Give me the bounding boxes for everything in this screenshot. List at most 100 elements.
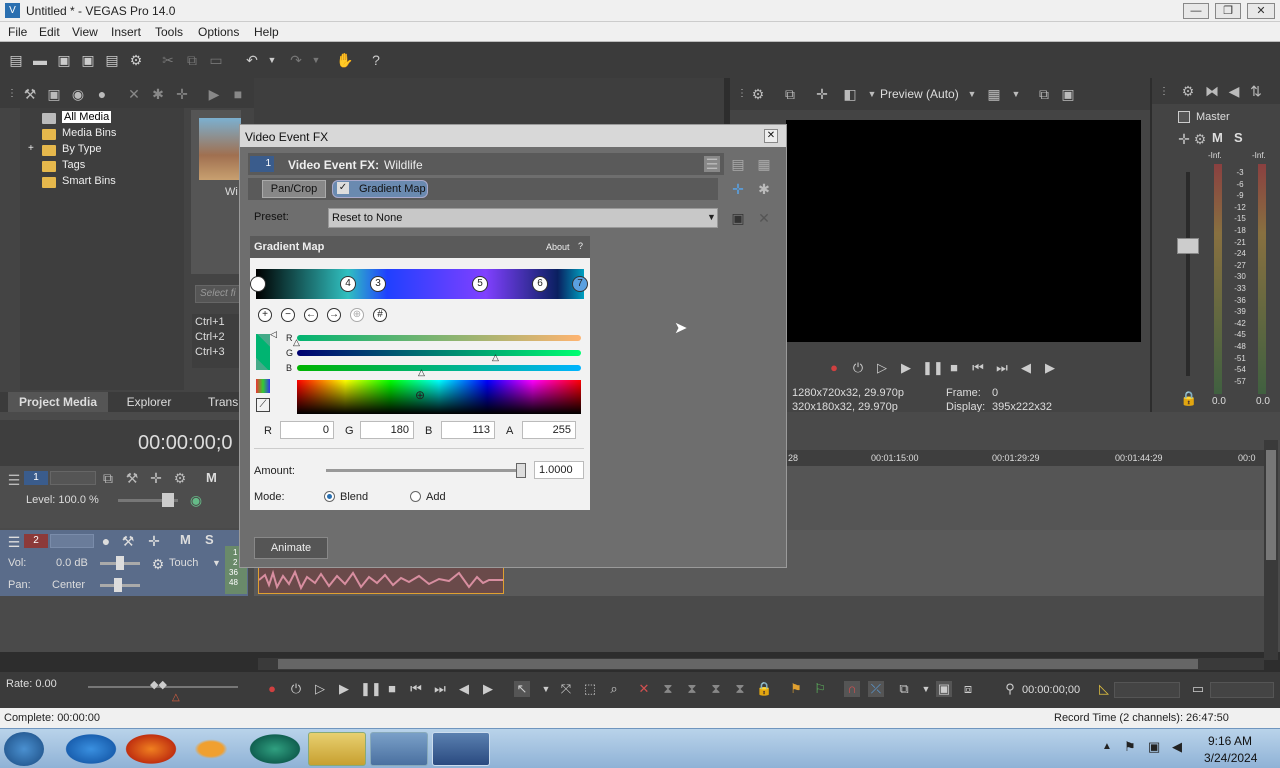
plugin-gradient-map[interactable]: ✓ Gradient Map [332,180,428,198]
delete-preset-icon[interactable]: ✕ [756,210,772,226]
tab-project-media[interactable]: Project Media [8,392,108,412]
track-1-name-input[interactable] [50,471,96,485]
track-motion-icon[interactable]: ⧉ [100,470,116,486]
hscroll-thumb[interactable] [278,659,1198,669]
trim-start-icon[interactable]: ⧗ [684,681,700,697]
g-field[interactable]: 180 [360,421,414,439]
preset-dropdown[interactable]: Reset to None ▼ [328,208,718,228]
network-icon[interactable]: ▣ [1148,739,1160,755]
get-media-web-icon[interactable]: ◉ [70,86,86,102]
volume-icon[interactable]: ◀ [1172,739,1182,755]
track-fx-icon[interactable]: ⚒ [120,533,136,549]
automation-icon[interactable]: ✛ [146,533,162,549]
preview-quality-dropdown[interactable]: Preview (Auto) [880,87,959,101]
tree-item-by-type[interactable]: By Type [62,143,102,155]
plugin-chain-add-icon[interactable]: ✛ [730,181,746,197]
master-gear-icon[interactable]: ⚙ [1192,131,1208,147]
overlays-grid-icon[interactable]: ▦ [986,86,1002,102]
cut-icon[interactable]: ✂ [160,52,176,68]
pause-icon[interactable]: ❚❚ [360,681,382,697]
animate-button[interactable]: Animate [254,537,328,559]
plugin-pan-crop[interactable]: Pan/Crop [262,180,326,198]
dropdown-icon[interactable]: ▼ [864,86,880,102]
next-node-icon[interactable]: → [327,308,341,322]
blend-label[interactable]: Blend [340,491,368,503]
firefox-icon[interactable] [122,732,180,766]
compositing-icon[interactable]: ✛ [148,470,164,486]
menu-edit[interactable]: Edit [39,25,60,39]
add-node-icon[interactable]: + [258,308,272,322]
redo-dropdown-icon[interactable]: ▼ [308,52,324,68]
wildlife-thumbnail[interactable] [199,118,241,180]
undo-icon[interactable]: ↶ [244,52,260,68]
prev-frame-icon[interactable]: ◀ [456,681,472,697]
b-slider-thumb-icon[interactable]: △ [418,367,425,378]
next-frame-icon[interactable]: ▶ [1042,360,1058,376]
track-gear-icon[interactable]: ⚙ [172,470,188,486]
gradient-bar[interactable]: 4 3 5 6 7 [250,269,588,299]
track-collapse-icon[interactable]: ☰ [6,534,22,550]
rate-handle-icon[interactable]: ◆◆ [150,678,167,691]
start-preview-icon[interactable]: ▶ [206,86,222,102]
go-to-start-icon[interactable]: ⏮ [408,681,424,697]
play-icon[interactable]: ▶ [336,681,352,697]
expand-icon[interactable]: + [28,143,34,154]
master-fx-icon[interactable]: ✛ [1176,131,1192,147]
about-link[interactable]: About [546,242,570,252]
r-field[interactable]: 0 [280,421,334,439]
go-to-end-icon[interactable]: ⏭ [994,360,1010,376]
r-slider-thumb-icon[interactable]: △ [293,337,300,348]
b-field[interactable]: 113 [441,421,495,439]
pan-slider-handle[interactable] [114,578,122,592]
gradient-node-4[interactable]: 5 [472,276,488,292]
master-fader-handle[interactable] [1177,238,1199,254]
tree-item-media-bins[interactable]: Media Bins [62,127,116,139]
trim-end-icon[interactable]: ⧗ [708,681,724,697]
overlay-icon[interactable]: ◧ [842,86,858,102]
master-bus-icon[interactable] [1178,111,1190,123]
record-icon[interactable]: ● [826,360,842,376]
split-screen-icon[interactable]: ✛ [814,86,830,102]
g-slider-thumb-icon[interactable]: △ [492,352,499,363]
track-collapse-icon[interactable]: ☰ [6,472,22,488]
track-1-mute[interactable]: M [206,470,217,485]
gradient-node-5[interactable]: 6 [532,276,548,292]
media-search-input[interactable]: Select fi [195,285,241,303]
remove-node-icon[interactable]: − [281,308,295,322]
downmix-icon[interactable]: ⧓ [1204,83,1220,99]
remove-plugin-icon[interactable]: ✱ [756,181,772,197]
file-explorer-icon[interactable] [308,732,366,766]
tree-item-tags[interactable]: Tags [62,159,85,171]
copy-icon[interactable]: ⧉ [184,52,200,68]
vegas-taskbar-icon[interactable] [432,732,490,766]
horizontal-scrollbar[interactable] [258,658,1264,670]
color-spectrum[interactable]: ⊕ [297,380,581,414]
mixer-insert-icon[interactable]: ⇅ [1248,83,1264,99]
trim-icon[interactable]: ⧗ [660,681,676,697]
capture-video-icon[interactable]: ▣ [46,86,62,102]
touch-mode-icon[interactable]: ⚙ [150,556,166,572]
master-solo-button[interactable]: S [1234,130,1243,145]
amount-slider-thumb[interactable] [516,463,526,478]
region-icon[interactable]: ⚐ [812,681,828,697]
split-icon[interactable]: ⧗ [732,681,748,697]
ignore-grouping-icon[interactable]: ⧈ [960,681,976,697]
app-icon[interactable] [246,732,304,766]
dropdown-icon[interactable]: ▼ [1008,86,1024,102]
marker-icon[interactable]: ⚑ [788,681,804,697]
gradient-node-2[interactable]: 4 [340,276,356,292]
arm-record-icon[interactable]: ● [98,533,114,549]
r-slider[interactable] [297,335,581,341]
distribute-nodes-icon[interactable]: # [373,308,387,322]
vertical-scrollbar[interactable] [1264,440,1278,660]
tool-dropdown-icon[interactable]: ▼ [538,681,554,697]
master-mute-button[interactable]: M [1212,130,1223,145]
open-icon[interactable]: ▬ [32,52,48,68]
media-generators-icon[interactable]: ✛ [174,86,190,102]
plugin-enabled-checkbox[interactable]: ✓ [337,182,349,194]
play-icon[interactable]: ▶ [898,360,914,376]
mixer-properties-icon[interactable]: ⚙ [1180,83,1196,99]
stop-icon[interactable]: ■ [384,681,400,697]
menu-insert[interactable]: Insert [111,25,141,39]
dialog-close-button[interactable]: ✕ [764,129,778,143]
